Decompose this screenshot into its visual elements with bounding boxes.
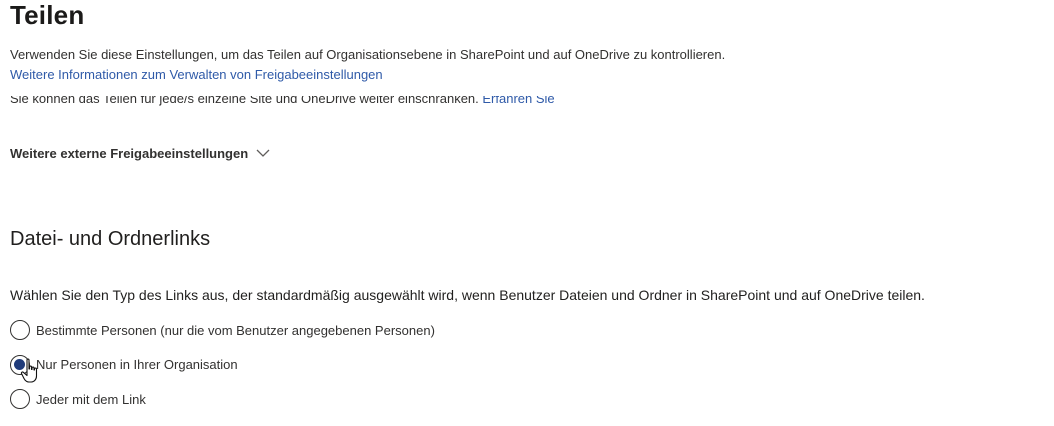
radio-label: Jeder mit dem Link xyxy=(36,391,146,407)
more-settings-label: Weitere externe Freigabeeinstellungen xyxy=(10,146,249,161)
page-title: Teilen xyxy=(10,0,85,30)
link-type-radio-group: Bestimmte Personen (nur die vom Benutzer… xyxy=(10,320,435,424)
section-title-file-folder-links: Datei- und Ordnerlinks xyxy=(10,228,211,250)
radio-option-specific-people[interactable]: Bestimmte Personen (nur die vom Benutzer… xyxy=(10,320,435,340)
radio-label: Bestimmte Personen (nur die vom Benutzer… xyxy=(36,322,435,338)
clipped-text: Sie können das Teilen für jede/s einzeln… xyxy=(10,96,479,106)
radio-button[interactable] xyxy=(10,389,30,409)
chevron-down-icon xyxy=(256,149,270,157)
radio-option-organization[interactable]: Nur Personen in Ihrer Organisation xyxy=(10,354,435,375)
learn-more-link[interactable]: Weitere Informationen zum Verwalten von … xyxy=(10,67,383,82)
more-external-sharing-settings-toggle[interactable]: Weitere externe Freigabeeinstellungen xyxy=(10,146,270,161)
radio-option-anyone[interactable]: Jeder mit dem Link xyxy=(10,389,435,409)
intro-text: Verwenden Sie diese Einstellungen, um da… xyxy=(10,47,726,62)
radio-button-selected[interactable] xyxy=(10,354,30,375)
radio-button[interactable] xyxy=(10,320,30,340)
radio-label: Nur Personen in Ihrer Organisation xyxy=(36,357,238,372)
link-type-question: Wählen Sie den Typ des Links aus, der st… xyxy=(10,287,925,303)
clipped-description: Sie können das Teilen für jede/s einzeln… xyxy=(10,96,710,110)
clipped-learn-link[interactable]: Erfahren Sie xyxy=(482,96,554,106)
